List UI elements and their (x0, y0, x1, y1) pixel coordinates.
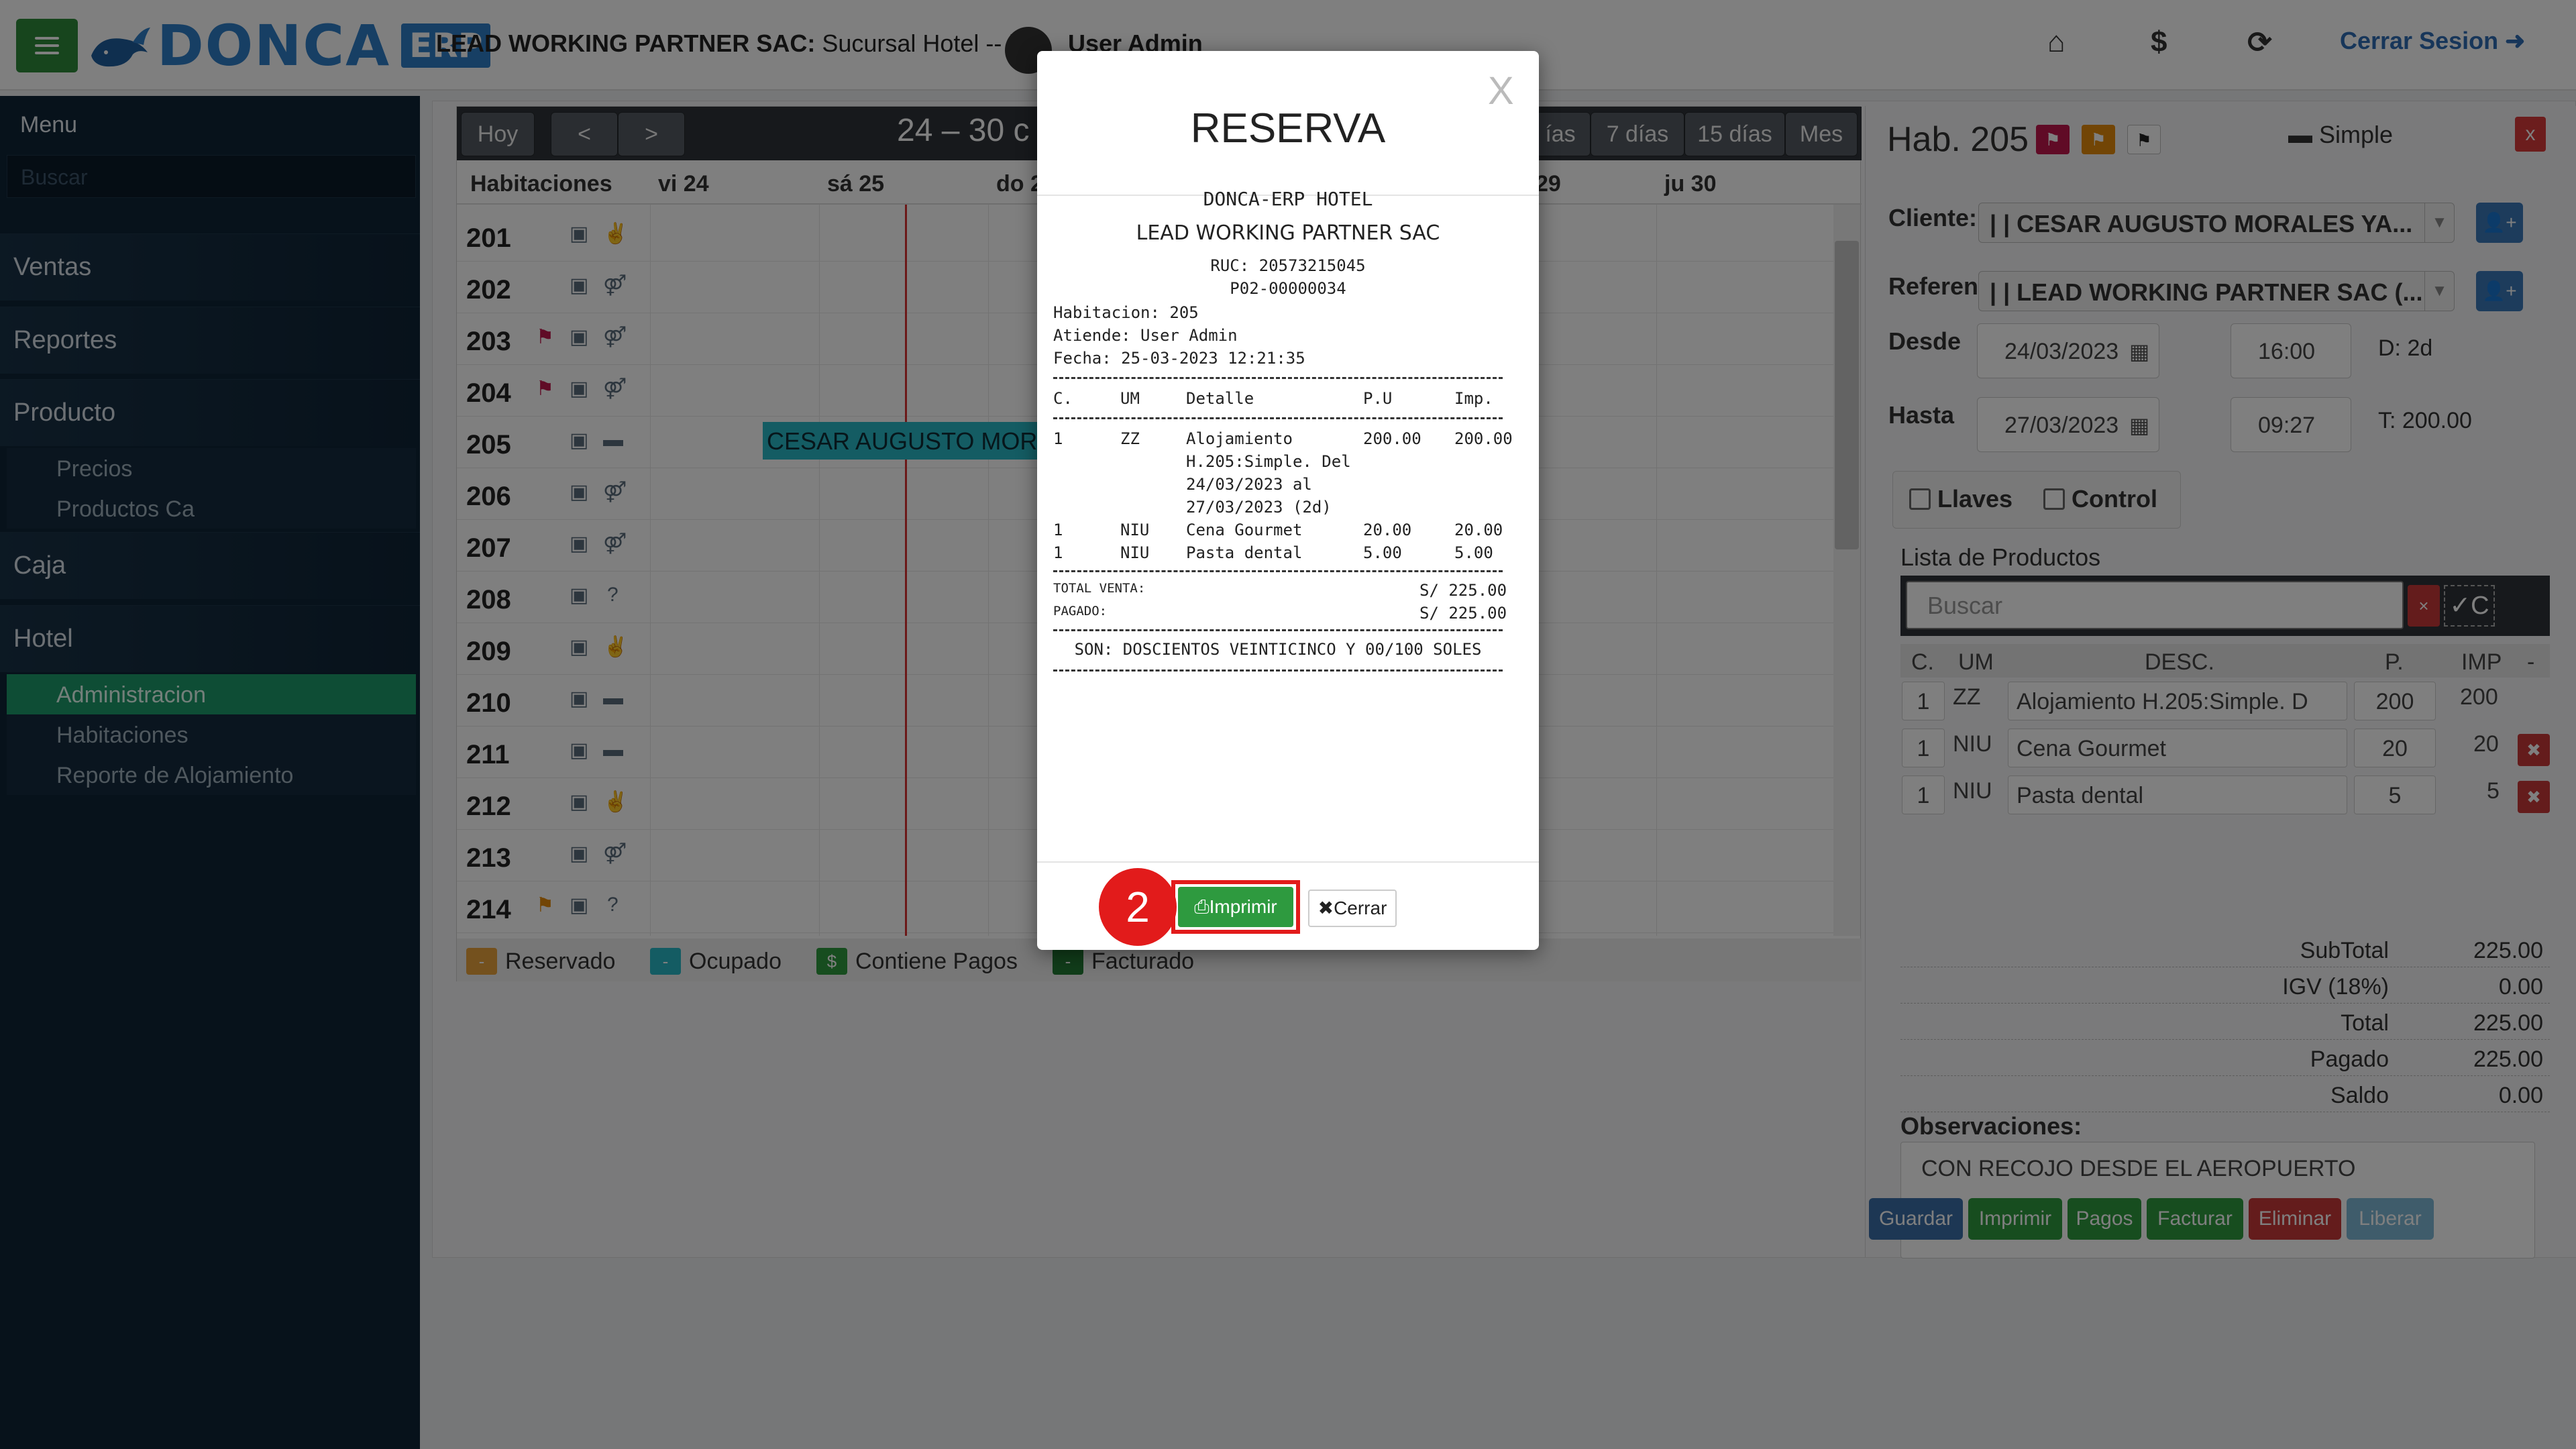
print-button[interactable]: ⎙Imprimir (1178, 887, 1293, 927)
receipt-line-um: NIU (1120, 543, 1150, 562)
receipt-line-pu: 200.00 (1363, 429, 1421, 448)
close-modal-button[interactable]: ✖Cerrar (1308, 890, 1397, 927)
receipt-line-imp: 20.00 (1454, 521, 1503, 539)
close-label: Cerrar (1334, 898, 1387, 918)
receipt-line-um: ZZ (1120, 429, 1140, 448)
receipt-line-detail: Pasta dental (1186, 543, 1303, 562)
print-label: Imprimir (1209, 896, 1277, 917)
receipt-line-pu: 5.00 (1363, 543, 1402, 562)
receipt-pagado-label: PAGADO: (1053, 604, 1108, 619)
receipt-line-pu: 20.00 (1363, 521, 1412, 539)
receipt-line-qty: 1 (1053, 429, 1063, 448)
step-badge: 2 (1099, 868, 1177, 946)
receipt-separator (1053, 417, 1503, 419)
receipt-ruc: RUC: 20573215045 (1210, 256, 1366, 275)
receipt-total-venta: S/ 225.00 (1419, 581, 1507, 600)
receipt-line-imp: 200.00 (1454, 429, 1513, 448)
receipt-habitacion: Habitacion: 205 (1053, 303, 1199, 322)
close-icon: ✖ (1318, 898, 1334, 918)
receipt-amount-words: SON: DOSCIENTOS VEINTICINCO Y 00/100 SOL… (1074, 640, 1482, 659)
reserva-modal: X RESERVA DONCA-ERP HOTEL LEAD WORKING P… (1037, 51, 1539, 950)
receipt-separator (1053, 629, 1503, 631)
receipt-col: P.U (1363, 389, 1393, 408)
receipt-col: UM (1120, 389, 1140, 408)
receipt-col: Detalle (1186, 389, 1254, 408)
divider (1037, 861, 1539, 863)
receipt-header: DONCA-ERP HOTEL (1203, 188, 1373, 210)
receipt-pagado: S/ 225.00 (1419, 604, 1507, 623)
receipt-doc-number: P02-00000034 (1230, 279, 1346, 298)
receipt-line-detail: Alojamiento (1186, 429, 1293, 448)
receipt-line-detail: Cena Gourmet (1186, 521, 1303, 539)
receipt-line-qty: 1 (1053, 521, 1063, 539)
receipt-line-detail: H.205:Simple. Del (1186, 452, 1351, 471)
receipt-line-detail: 27/03/2023 (2d) (1186, 498, 1332, 517)
receipt-line-qty: 1 (1053, 543, 1063, 562)
receipt-line-imp: 5.00 (1454, 543, 1493, 562)
receipt-preview: DONCA-ERP HOTEL LEAD WORKING PARTNER SAC… (1053, 188, 1523, 731)
receipt-total-venta-label: TOTAL VENTA: (1053, 581, 1146, 596)
receipt-col: Imp. (1454, 389, 1493, 408)
receipt-fecha: Fecha: 25-03-2023 12:21:35 (1053, 349, 1305, 368)
receipt-separator (1053, 669, 1503, 672)
receipt-separator (1053, 377, 1503, 379)
receipt-separator (1053, 570, 1503, 572)
printer-icon: ⎙ (1194, 896, 1210, 917)
receipt-company: LEAD WORKING PARTNER SAC (1136, 221, 1440, 245)
receipt-line-detail: 24/03/2023 al (1186, 475, 1312, 494)
receipt-atiende: Atiende: User Admin (1053, 326, 1238, 345)
modal-title: RESERVA (1190, 105, 1386, 152)
receipt-line-um: NIU (1120, 521, 1150, 539)
receipt-col: C. (1053, 389, 1073, 408)
